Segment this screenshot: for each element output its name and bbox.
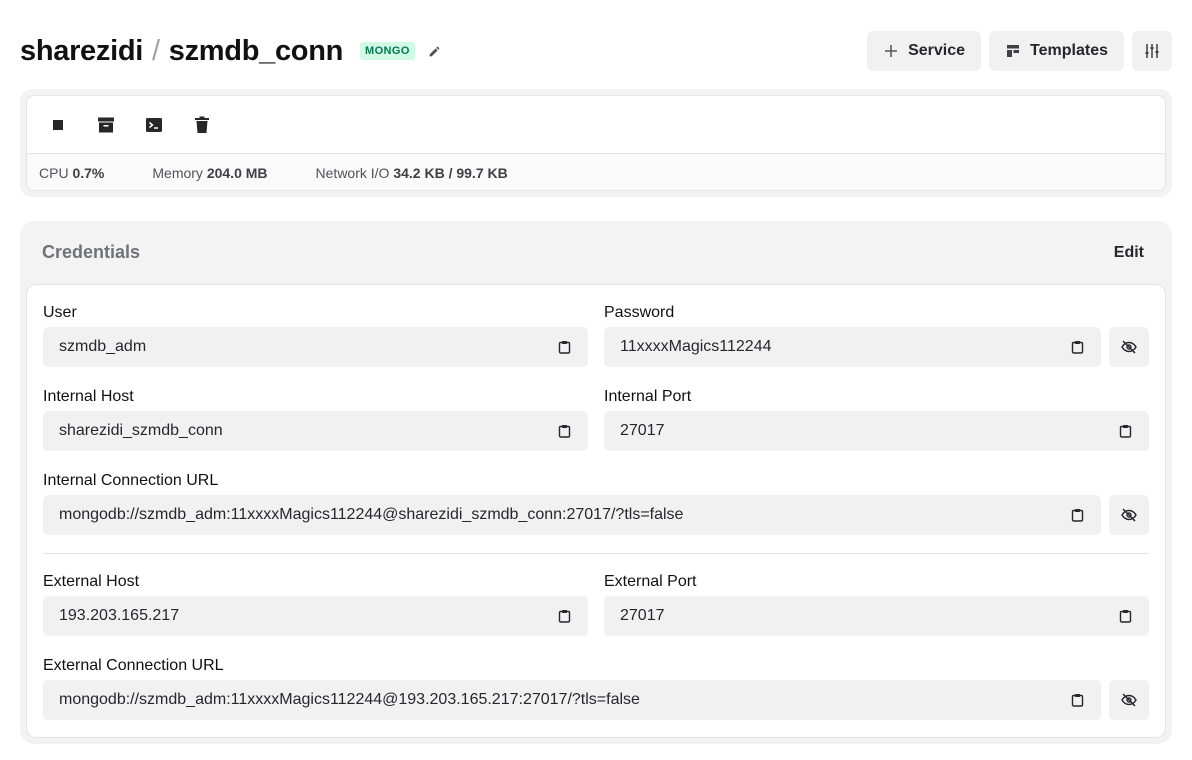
eye-off-icon[interactable] <box>1109 680 1149 720</box>
credentials-edit-button[interactable]: Edit <box>1114 244 1144 262</box>
credentials-card: Credentials Edit User szmdb_adm Password… <box>20 221 1172 744</box>
internal-url-field: Internal Connection URL mongodb://szmdb_… <box>43 471 1149 535</box>
internal-host-label: Internal Host <box>43 388 134 405</box>
network-metric: Network I/O 34.2 KB / 99.7 KB <box>315 164 508 181</box>
cpu-value: 0.7% <box>72 164 105 181</box>
copy-icon[interactable] <box>1069 339 1085 355</box>
resource-metrics: CPU 0.7% Memory 204.0 MB Network I/O 34.… <box>27 153 1165 190</box>
user-label: User <box>43 304 77 321</box>
header-actions: Service Templates <box>867 31 1172 71</box>
archive-icon[interactable] <box>94 113 118 137</box>
copy-icon[interactable] <box>556 339 572 355</box>
user-field: User szmdb_adm <box>43 303 588 367</box>
service-button-label: Service <box>908 42 966 59</box>
external-host-label: External Host <box>43 573 140 590</box>
memory-value: 204.0 MB <box>206 164 268 181</box>
templates-button[interactable]: Templates <box>989 31 1124 71</box>
copy-icon[interactable] <box>1117 608 1133 624</box>
container-stats-card: CPU 0.7% Memory 204.0 MB Network I/O 34.… <box>20 89 1172 197</box>
page-title: sharezidi / szmdb_conn <box>20 35 343 68</box>
internal-port-label: Internal Port <box>604 388 692 405</box>
sliders-icon <box>1145 44 1159 58</box>
eye-off-icon[interactable] <box>1109 495 1149 535</box>
templates-button-label: Templates <box>1030 42 1108 59</box>
external-host-input[interactable]: 193.203.165.217 <box>43 596 588 636</box>
trash-icon[interactable] <box>190 113 214 137</box>
credentials-title: Credentials <box>42 242 141 262</box>
settings-button[interactable] <box>1132 31 1172 71</box>
internal-host-field: Internal Host sharezidi_szmdb_conn <box>43 387 588 451</box>
service-name: szmdb_conn <box>168 34 344 67</box>
credentials-body: User szmdb_adm Password 11xxxxMagics1122… <box>26 284 1166 738</box>
network-value: 34.2 KB / 99.7 KB <box>393 164 508 181</box>
copy-icon[interactable] <box>1117 423 1133 439</box>
external-port-input[interactable]: 27017 <box>604 596 1149 636</box>
internal-host-input[interactable]: sharezidi_szmdb_conn <box>43 411 588 451</box>
copy-icon[interactable] <box>1069 692 1085 708</box>
memory-metric: Memory 204.0 MB <box>152 164 268 181</box>
plus-icon <box>885 45 898 57</box>
password-input[interactable]: 11xxxxMagics112244 <box>604 327 1101 367</box>
password-field: Password 11xxxxMagics112244 <box>604 303 1149 367</box>
internal-url-label: Internal Connection URL <box>43 472 219 489</box>
copy-icon[interactable] <box>556 423 572 439</box>
user-input[interactable]: szmdb_adm <box>43 327 588 367</box>
copy-icon[interactable] <box>1069 507 1085 523</box>
password-label: Password <box>604 304 675 321</box>
project-name[interactable]: sharezidi <box>20 35 143 68</box>
page-header: sharezidi / szmdb_conn MONGO Service Tem… <box>20 30 1172 72</box>
template-icon <box>1007 45 1020 57</box>
cpu-metric: CPU 0.7% <box>39 164 105 181</box>
eye-off-icon[interactable] <box>1109 327 1149 367</box>
external-port-field: External Port 27017 <box>604 572 1149 636</box>
pencil-icon[interactable] <box>427 43 443 59</box>
internal-port-input[interactable]: 27017 <box>604 411 1149 451</box>
internal-url-input[interactable]: mongodb://szmdb_adm:11xxxxMagics112244@s… <box>43 495 1101 535</box>
container-toolbar <box>27 96 1165 153</box>
external-port-label: External Port <box>604 573 697 590</box>
stop-icon[interactable] <box>46 113 70 137</box>
external-host-field: External Host 193.203.165.217 <box>43 572 588 636</box>
service-type-badge: MONGO <box>360 42 415 60</box>
add-service-button[interactable]: Service <box>867 31 982 71</box>
internal-port-field: Internal Port 27017 <box>604 387 1149 451</box>
external-url-label: External Connection URL <box>43 657 224 674</box>
copy-icon[interactable] <box>556 608 572 624</box>
section-divider <box>43 553 1149 554</box>
title-separator: / <box>152 34 160 67</box>
external-url-input[interactable]: mongodb://szmdb_adm:11xxxxMagics112244@1… <box>43 680 1101 720</box>
terminal-icon[interactable] <box>142 113 166 137</box>
external-url-field: External Connection URL mongodb://szmdb_… <box>43 656 1149 720</box>
